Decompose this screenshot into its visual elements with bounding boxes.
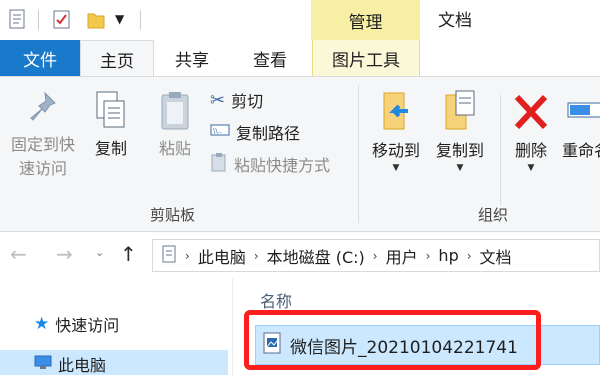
rename-label: 重命名 bbox=[562, 141, 600, 160]
cut-label: 剪切 bbox=[231, 92, 264, 111]
breadcrumb-chevron-icon[interactable]: › bbox=[373, 249, 378, 263]
move-to-caret-icon: ▼ bbox=[392, 163, 400, 173]
pin-label-line2: 速访问 bbox=[18, 159, 67, 178]
pin-to-quick-access-button[interactable]: 固定到快 速访问 bbox=[4, 89, 82, 181]
pane-divider[interactable] bbox=[232, 278, 233, 375]
paste-shortcut-icon bbox=[210, 152, 228, 176]
move-to-label: 移动到 bbox=[371, 141, 420, 160]
tab-home[interactable]: 主页 bbox=[80, 40, 154, 77]
delete-label: 删除 bbox=[514, 141, 547, 160]
breadcrumb-chevron-icon[interactable]: › bbox=[467, 249, 472, 263]
copy-label: 复制 bbox=[94, 139, 127, 158]
computer-icon bbox=[34, 354, 52, 374]
star-icon: ★ bbox=[34, 314, 50, 334]
clipboard-group-label: 剪贴板 bbox=[150, 206, 196, 224]
copy-to-button[interactable]: 复制到 ▼ bbox=[430, 89, 490, 173]
forward-arrow-icon[interactable]: → bbox=[56, 242, 73, 266]
pin-label-line1: 固定到快 bbox=[10, 135, 75, 154]
title-bar: ▼ 管理 文档 bbox=[0, 0, 600, 40]
breadcrumb-item[interactable]: 本地磁盘 (C:) bbox=[267, 244, 365, 268]
clipboard-icon bbox=[157, 89, 193, 137]
annotation-highlight-box bbox=[244, 310, 541, 370]
address-bar[interactable]: › 此电脑 › 本地磁盘 (C:) › 用户 › hp › 文档 bbox=[152, 239, 600, 272]
delete-button[interactable]: 删除 ▼ bbox=[508, 89, 554, 173]
breadcrumb-item[interactable]: 文档 bbox=[480, 244, 512, 268]
tab-file[interactable]: 文件 bbox=[0, 40, 80, 77]
checklist-icon[interactable] bbox=[52, 9, 72, 35]
tab-picture-tools[interactable]: 图片工具 bbox=[312, 40, 420, 77]
tab-view[interactable]: 查看 bbox=[230, 40, 310, 77]
rename-icon bbox=[562, 89, 600, 139]
copy-path-button[interactable]: \\.. 复制路径 bbox=[210, 119, 300, 145]
tab-share[interactable]: 共享 bbox=[154, 40, 230, 77]
breadcrumb-item[interactable]: hp bbox=[438, 246, 458, 265]
copy-button[interactable]: 复制 bbox=[88, 89, 134, 161]
organize-group-label: 组织 bbox=[478, 206, 509, 224]
properties-icon[interactable] bbox=[8, 9, 28, 35]
svg-text:\\..: \\.. bbox=[213, 127, 222, 135]
group-separator bbox=[358, 85, 359, 223]
new-folder-icon[interactable] bbox=[86, 9, 106, 35]
group-separator-2 bbox=[500, 95, 501, 205]
copy-path-label: 复制路径 bbox=[236, 124, 301, 143]
qat-separator bbox=[38, 10, 39, 30]
delete-x-icon bbox=[511, 89, 551, 139]
recent-dropdown-icon[interactable]: ⌄ bbox=[95, 246, 104, 259]
paste-label: 粘贴 bbox=[158, 139, 191, 158]
breadcrumb-chevron-icon[interactable]: › bbox=[426, 249, 431, 263]
scissors-icon: ✂ bbox=[210, 89, 226, 111]
up-arrow-icon[interactable]: ↑ bbox=[120, 242, 137, 266]
context-header-manage: 管理 bbox=[311, 0, 420, 40]
copy-icon bbox=[93, 89, 129, 137]
nav-item-label: 快速访问 bbox=[55, 316, 120, 335]
move-to-icon bbox=[376, 89, 416, 139]
back-arrow-icon[interactable]: ← bbox=[10, 242, 27, 266]
copy-to-icon bbox=[440, 89, 480, 139]
ribbon: 固定到快 速访问 复制 粘贴 ✂ 剪切 \\.. 复制路径 粘贴快捷方式 剪贴板 bbox=[0, 76, 600, 232]
copy-to-caret-icon: ▼ bbox=[456, 163, 464, 173]
window-title: 文档 bbox=[438, 11, 472, 31]
rename-button[interactable]: 重命名 bbox=[562, 89, 600, 163]
breadcrumb-chevron-icon[interactable]: › bbox=[254, 249, 259, 263]
address-row: ← → ⌄ ↑ › 此电脑 › 本地磁盘 (C:) › 用户 › hp › 文档 bbox=[0, 232, 600, 278]
column-header-name[interactable]: 名称 bbox=[260, 288, 292, 312]
move-to-button[interactable]: 移动到 ▼ bbox=[366, 89, 426, 173]
paste-shortcut-button[interactable]: 粘贴快捷方式 bbox=[210, 151, 330, 177]
qat-separator-2 bbox=[140, 10, 141, 30]
ribbon-tabs: 文件 主页 共享 查看 图片工具 bbox=[0, 40, 600, 77]
cut-button[interactable]: ✂ 剪切 bbox=[210, 87, 263, 113]
copy-to-label: 复制到 bbox=[435, 141, 484, 160]
breadcrumb-item[interactable]: 此电脑 bbox=[198, 244, 246, 268]
nav-item-this-pc[interactable]: 此电脑 bbox=[34, 352, 106, 375]
paste-shortcut-label: 粘贴快捷方式 bbox=[234, 156, 331, 175]
paste-button[interactable]: 粘贴 bbox=[150, 89, 200, 161]
qat-dropdown-icon[interactable]: ▼ bbox=[115, 12, 124, 26]
copy-path-icon: \\.. bbox=[210, 122, 230, 142]
breadcrumb-item[interactable]: 用户 bbox=[386, 244, 418, 268]
nav-item-label: 此电脑 bbox=[58, 356, 107, 375]
pin-icon bbox=[25, 89, 61, 133]
document-icon bbox=[161, 244, 177, 268]
breadcrumb-chevron-icon[interactable]: › bbox=[185, 249, 190, 263]
nav-item-quick-access[interactable]: ★ 快速访问 bbox=[34, 312, 119, 336]
delete-caret-icon: ▼ bbox=[527, 163, 535, 173]
